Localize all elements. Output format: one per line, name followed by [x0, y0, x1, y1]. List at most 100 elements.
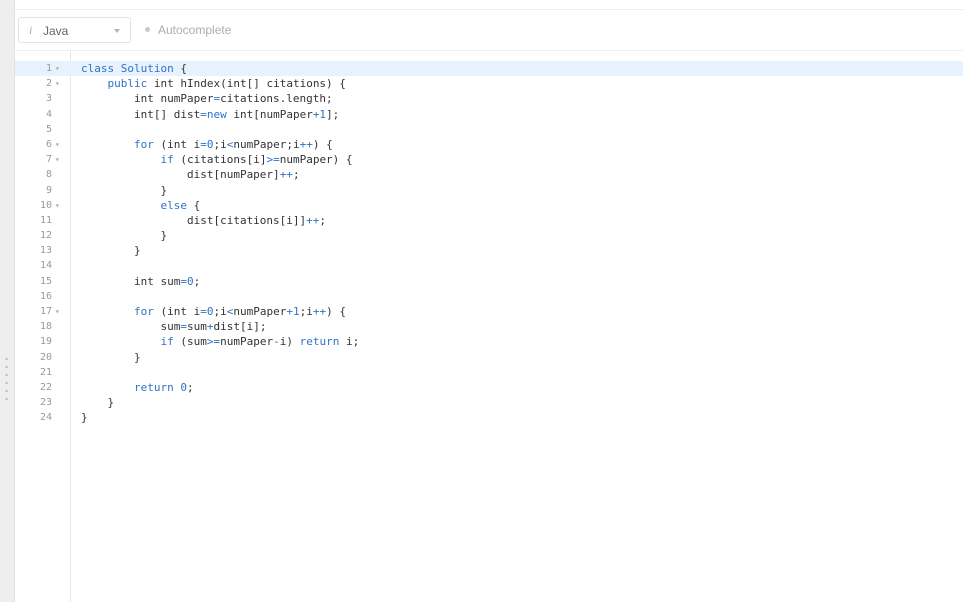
code-text: } — [81, 395, 114, 410]
code-line[interactable]: 21 — [15, 365, 963, 380]
code-token: } — [81, 229, 168, 243]
fold-chevron-icon[interactable]: ▾ — [55, 152, 63, 167]
line-number: 8 — [45, 169, 52, 181]
code-token: >= — [266, 153, 280, 167]
code-line[interactable]: 6 ▾ for (int i=0;i<numPaper;i++) { — [15, 137, 963, 152]
code-token: ++ — [299, 137, 313, 151]
code-line[interactable]: 15 int sum=0; — [15, 274, 963, 289]
code-token: (sum — [173, 335, 207, 349]
code-lines[interactable]: 1 ▾ class Solution {2 ▾ public int hIndex(i… — [15, 61, 963, 426]
code-line[interactable]: 2 ▾ public int hIndex(int[] citations) { — [15, 76, 963, 91]
status-dot-icon — [145, 27, 150, 32]
code-line[interactable]: 8 dist[numPaper]++; — [15, 167, 963, 182]
code-line[interactable]: 12 } — [15, 228, 963, 243]
code-token: citations.length; — [220, 92, 333, 106]
code-token: int[] dist — [81, 107, 201, 121]
code-token: ; — [193, 274, 201, 288]
code-line[interactable]: 10 ▾ else { — [15, 198, 963, 213]
line-number: 24 — [39, 412, 52, 424]
code-token: dist[citations[i]] — [81, 213, 307, 227]
code-token: new — [206, 107, 227, 121]
code-line[interactable]: 14 — [15, 258, 963, 273]
language-select[interactable]: i Java — [18, 17, 131, 43]
code-token: =0 — [200, 137, 214, 151]
code-token: { — [180, 62, 187, 75]
code-text: class Solution { — [81, 61, 187, 76]
line-number: 7 — [45, 154, 52, 166]
resize-handle-icon[interactable] — [5, 355, 8, 403]
code-text: if (citations[i]>=numPaper) { — [81, 152, 353, 167]
code-token: ++ — [312, 305, 327, 318]
code-token: ++ — [279, 168, 293, 182]
code-line[interactable]: 1 ▾ class Solution { — [15, 61, 963, 77]
code-token: =0 — [180, 274, 194, 288]
code-line[interactable]: 19 if (sum>=numPaper-i) return i; — [15, 334, 963, 349]
code-token: numPaper) { — [279, 153, 353, 167]
code-token: numPaper — [233, 305, 287, 318]
fold-chevron-icon[interactable]: ▾ — [55, 61, 63, 76]
code-token: +1 — [312, 107, 327, 121]
code-token: dist[i]; — [213, 320, 267, 334]
line-number: 9 — [45, 184, 52, 196]
code-line[interactable]: 16 — [15, 289, 963, 304]
code-token: if — [160, 153, 174, 167]
code-line[interactable]: 4 int[] dist=new int[numPaper+1]; — [15, 107, 963, 122]
code-line[interactable]: 20 } — [15, 350, 963, 365]
code-line[interactable]: 13 } — [15, 243, 963, 258]
code-text: return 0; — [81, 380, 194, 395]
code-token: } — [81, 411, 88, 425]
code-token: (int i — [153, 137, 201, 151]
code-text: sum=sum+dist[i]; — [81, 319, 266, 334]
code-token: i; — [339, 335, 360, 349]
code-token: ;i — [213, 137, 227, 151]
code-token: class Solution — [81, 62, 181, 75]
code-text: } — [81, 410, 88, 425]
code-text: for (int i=0;i<numPaper+1;i++) { — [81, 304, 346, 319]
line-number: 4 — [45, 108, 52, 120]
code-token: >= — [206, 335, 221, 349]
code-text: dist[numPaper]++; — [81, 167, 300, 182]
code-token: { — [186, 198, 201, 212]
autocomplete-label: Autocomplete — [158, 23, 232, 37]
code-line[interactable]: 7 ▾ if (citations[i]>=numPaper) { — [15, 152, 963, 167]
code-line[interactable]: 5 — [15, 122, 963, 137]
code-token: return — [133, 380, 174, 394]
code-line[interactable]: 3 int numPaper=citations.length; — [15, 91, 963, 106]
code-line[interactable]: 11 dist[citations[i]]++; — [15, 213, 963, 228]
code-token: - — [273, 335, 280, 349]
code-token: dist[numPaper] — [81, 168, 280, 182]
code-token: int hIndex(int[] citations) { — [147, 77, 346, 91]
code-area[interactable]: 1 ▾ class Solution {2 ▾ public int hIndex(i… — [15, 51, 963, 602]
code-line[interactable]: 17 ▾ for (int i=0;i<numPaper+1;i++) { — [15, 304, 963, 319]
code-line[interactable]: 23 } — [15, 395, 963, 410]
code-token: ++ — [306, 213, 320, 227]
code-token: int[numPaper — [226, 107, 313, 121]
line-number: 10 — [39, 199, 52, 211]
code-text: dist[citations[i]]++; — [81, 213, 326, 228]
code-token: i) — [279, 335, 300, 349]
line-number: 13 — [39, 245, 52, 257]
code-line[interactable]: 22 return 0; — [15, 380, 963, 395]
code-token: =0 — [200, 305, 214, 318]
fold-chevron-icon[interactable]: ▾ — [55, 76, 63, 91]
code-token: } — [81, 350, 141, 364]
code-token: = — [200, 107, 207, 121]
code-token: +1 — [286, 305, 300, 318]
fold-chevron-icon[interactable]: ▾ — [55, 137, 63, 152]
code-line[interactable]: 24} — [15, 410, 963, 425]
code-line[interactable]: 18 sum=sum+dist[i]; — [15, 319, 963, 334]
fold-chevron-icon[interactable]: ▾ — [55, 304, 63, 319]
code-line[interactable]: 9 } — [15, 183, 963, 198]
line-number: 17 — [39, 306, 52, 317]
line-number: 6 — [45, 138, 52, 150]
line-number: 22 — [39, 381, 52, 393]
left-resize-rail[interactable] — [0, 0, 15, 602]
code-editor-page: i Java Autocomplete 1 ▾ class Solution {2 ▾… — [0, 0, 963, 602]
fold-chevron-icon[interactable]: ▾ — [55, 198, 63, 213]
code-token: (int i — [153, 305, 201, 318]
